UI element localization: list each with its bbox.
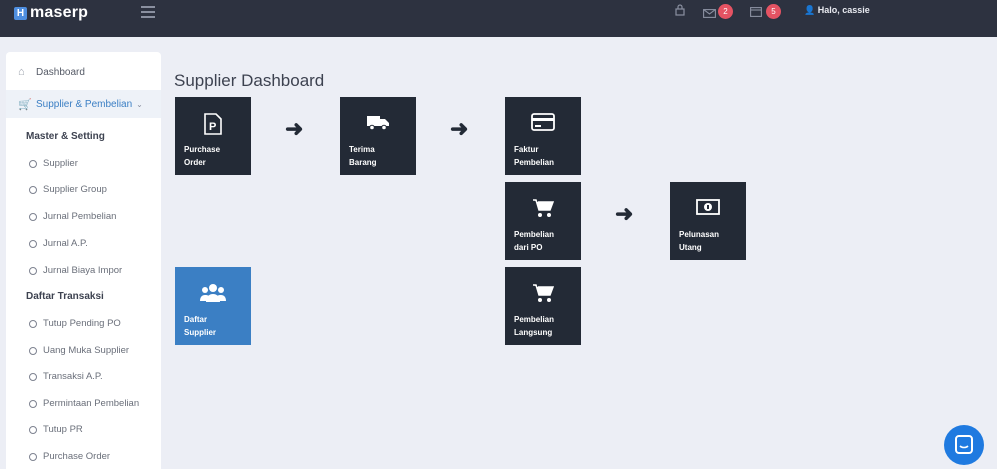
- menu-toggle-icon[interactable]: [141, 6, 155, 21]
- sidebar-subitem-jurnal-ap[interactable]: Jurnal A.P.: [29, 238, 88, 249]
- lock-icon[interactable]: [675, 4, 685, 19]
- mail-badge[interactable]: 2: [718, 4, 733, 19]
- tile-purchase-order[interactable]: P Purchase Order: [175, 97, 251, 175]
- circle-icon: [29, 399, 37, 408]
- sidebar-subitem-purchase-order[interactable]: Purchase Order: [29, 451, 110, 462]
- app-logo[interactable]: H maserp: [14, 4, 88, 22]
- truck-icon: [340, 113, 416, 136]
- top-navbar: H maserp 2 5 👤 Halo, cassie: [0, 0, 997, 37]
- tile-daftar-supplier[interactable]: Daftar Supplier: [175, 267, 251, 345]
- sidebar-subitem-jurnal-biaya-impor[interactable]: Jurnal Biaya Impor: [29, 265, 122, 276]
- sidebar-subitem-tutup-pending-po[interactable]: Tutup Pending PO: [29, 318, 121, 329]
- users-icon: [175, 283, 251, 308]
- tile-terima-barang[interactable]: Terima Barang: [340, 97, 416, 175]
- circle-icon: [29, 319, 37, 328]
- cart-icon: 🛒: [18, 99, 32, 111]
- tile-label: Pembelian dari PO: [514, 230, 555, 252]
- cart-icon: [505, 283, 581, 308]
- user-icon: 👤: [804, 5, 816, 15]
- calendar-badge[interactable]: 5: [766, 4, 781, 19]
- user-menu[interactable]: 👤 Halo, cassie: [804, 5, 870, 16]
- sidebar: ⌂ Dashboard 🛒 Supplier & Pembelian ⌄ Mas…: [6, 52, 161, 469]
- circle-icon: [29, 425, 37, 434]
- money-bill-icon: [670, 198, 746, 221]
- calendar-icon[interactable]: [750, 6, 762, 20]
- subitem-label: Supplier Group: [43, 184, 107, 195]
- subitem-label: Jurnal Biaya Impor: [43, 265, 123, 276]
- subitem-label: Purchase Order: [43, 451, 111, 462]
- circle-icon: [29, 346, 37, 355]
- tile-label: Faktur Pembelian: [514, 145, 555, 167]
- circle-icon: [29, 452, 37, 461]
- arrow-right-icon: ➜: [450, 116, 469, 141]
- circle-icon: [29, 372, 37, 381]
- subitem-label: Jurnal Pembelian: [43, 211, 117, 222]
- tile-pembelian-langsung[interactable]: Pembelian Langsung: [505, 267, 581, 345]
- arrow-right-icon: ➜: [615, 201, 634, 226]
- sidebar-subitem-transaksi-ap[interactable]: Transaksi A.P.: [29, 371, 103, 382]
- circle-icon: [29, 212, 37, 221]
- home-icon: ⌂: [18, 66, 25, 78]
- circle-icon: [29, 185, 37, 194]
- section-daftar-transaksi: Daftar Transaksi: [26, 291, 104, 302]
- svg-text:P: P: [209, 121, 216, 133]
- chat-icon: [955, 435, 973, 454]
- chat-button[interactable]: [944, 425, 984, 465]
- user-greeting: Halo, cassie: [817, 5, 870, 15]
- sidebar-subitem-supplier-group[interactable]: Supplier Group: [29, 184, 107, 195]
- subitem-label: Transaksi A.P.: [43, 371, 103, 382]
- circle-icon: [29, 159, 37, 168]
- tile-pelunasan-utang[interactable]: Pelunasan Utang: [670, 182, 746, 260]
- tile-label: Terima Barang: [349, 145, 377, 167]
- arrow-right-icon: ➜: [285, 116, 304, 141]
- section-master-setting: Master & Setting: [26, 131, 105, 142]
- app-name: maserp: [30, 4, 89, 21]
- sidebar-item-label: Supplier & Pembelian: [36, 99, 133, 110]
- page-title: Supplier Dashboard: [174, 71, 325, 90]
- tile-faktur-pembelian[interactable]: Faktur Pembelian: [505, 97, 581, 175]
- subitem-label: Permintaan Pembelian: [43, 398, 140, 409]
- circle-icon: [29, 239, 37, 248]
- tile-label: Purchase Order: [184, 145, 221, 167]
- sidebar-item-label: Dashboard: [36, 66, 85, 78]
- tile-label: Daftar Supplier: [184, 315, 217, 337]
- sidebar-subitem-jurnal-pembelian[interactable]: Jurnal Pembelian: [29, 211, 116, 222]
- logo-mark: H: [14, 6, 27, 20]
- tile-label: Pelunasan Utang: [679, 230, 720, 252]
- credit-card-icon: [505, 113, 581, 136]
- tile-pembelian-dari-po[interactable]: Pembelian dari PO: [505, 182, 581, 260]
- document-icon: P: [175, 113, 251, 140]
- sidebar-subitem-uang-muka-supplier[interactable]: Uang Muka Supplier: [29, 345, 129, 356]
- subitem-label: Tutup PR: [43, 424, 83, 435]
- sidebar-subitem-supplier[interactable]: Supplier: [29, 158, 78, 169]
- chevron-down-icon: ⌄: [136, 100, 143, 109]
- circle-icon: [29, 266, 37, 275]
- tile-label: Pembelian Langsung: [514, 315, 555, 337]
- subitem-label: Uang Muka Supplier: [43, 345, 130, 356]
- cart-icon: [505, 198, 581, 223]
- mail-icon[interactable]: [703, 7, 716, 21]
- sidebar-subitem-permintaan-pembelian[interactable]: Permintaan Pembelian: [29, 398, 139, 409]
- sidebar-subitem-tutup-pr[interactable]: Tutup PR: [29, 424, 83, 435]
- sidebar-item-dashboard[interactable]: ⌂ Dashboard: [18, 66, 85, 78]
- subitem-label: Supplier: [43, 158, 78, 169]
- subitem-label: Jurnal A.P.: [43, 238, 88, 249]
- subitem-label: Tutup Pending PO: [43, 318, 121, 329]
- sidebar-item-supplier-pembelian[interactable]: 🛒 Supplier & Pembelian ⌄: [18, 98, 143, 111]
